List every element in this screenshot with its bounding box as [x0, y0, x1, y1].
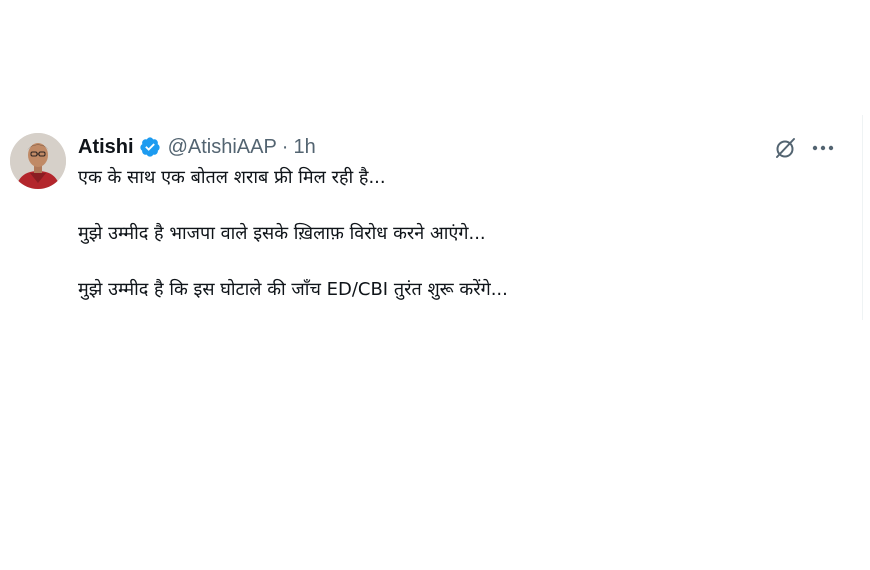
author-display-name[interactable]: Atishi: [78, 136, 134, 159]
tweet-line-2: मुझे उम्मीद है भाजपा वाले इसके ख़िलाफ़ व…: [78, 223, 486, 244]
tweet-timestamp[interactable]: 1h: [293, 136, 315, 159]
tweet-header: Atishi @AtishiAAP · 1h: [78, 134, 316, 160]
author-avatar[interactable]: [10, 133, 66, 189]
more-options-icon[interactable]: [810, 136, 836, 160]
verified-badge-icon: [139, 136, 161, 158]
tweet-line-3: मुझे उम्मीद है कि इस घोटाले की जाँच ED/C…: [78, 279, 508, 300]
author-handle[interactable]: @AtishiAAP: [168, 136, 277, 159]
grok-icon[interactable]: [774, 136, 798, 160]
avatar-image: [10, 133, 66, 189]
tweet-line-1: एक के साथ एक बोतल शराब फ्री मिल रही है..…: [78, 167, 386, 188]
tweet-text: एक के साथ एक बोतल शराब फ्री मिल रही है..…: [78, 165, 838, 333]
header-separator: ·: [281, 135, 289, 158]
tweet-card[interactable]: Atishi @AtishiAAP · 1h एक के साथ एक बोतल…: [0, 115, 863, 320]
